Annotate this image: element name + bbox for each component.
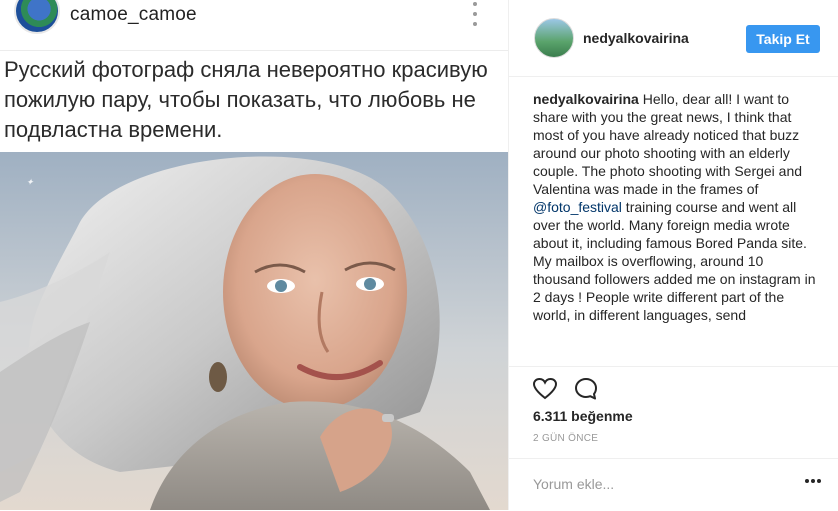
action-bar <box>509 366 838 411</box>
post-username[interactable]: nedyalkovairina <box>583 30 689 46</box>
comment-author[interactable]: nedyalkovairina <box>533 91 639 107</box>
source-avatar <box>14 0 60 34</box>
source-post-header: camoe_camoe <box>0 0 508 51</box>
source-more-icon <box>468 2 482 26</box>
more-options-icon[interactable] <box>805 479 821 483</box>
portrait-photo: ✦ <box>0 152 508 510</box>
comment-input[interactable] <box>531 469 785 499</box>
comment-box <box>509 458 838 511</box>
source-caption: Русский фотограф сняла невероятно красив… <box>4 57 488 142</box>
comment-bubble-icon[interactable] <box>573 376 599 402</box>
photo-watermark: ✦ <box>26 178 34 188</box>
post-header: nedyalkovairina Takip Et <box>509 0 838 77</box>
comment-text-part2: training course and went all over the wo… <box>533 199 816 323</box>
follow-button[interactable]: Takip Et <box>746 25 820 53</box>
user-avatar[interactable] <box>534 18 574 58</box>
post-timestamp: 2 GÜN ÖNCE <box>533 433 599 444</box>
likes-count[interactable]: 6.311 beğenme <box>533 408 633 424</box>
source-username: camoe_camoe <box>70 4 197 25</box>
heart-icon[interactable] <box>532 376 558 402</box>
comment-mention-link[interactable]: @foto_festival <box>533 199 622 215</box>
reposted-image-panel: camoe_camoe Русский фотограф сняла невер… <box>0 0 508 510</box>
caption-comment: nedyalkovairina Hello, dear all! I want … <box>533 90 823 358</box>
post-detail-panel: nedyalkovairina Takip Et nedyalkovairina… <box>508 0 838 510</box>
